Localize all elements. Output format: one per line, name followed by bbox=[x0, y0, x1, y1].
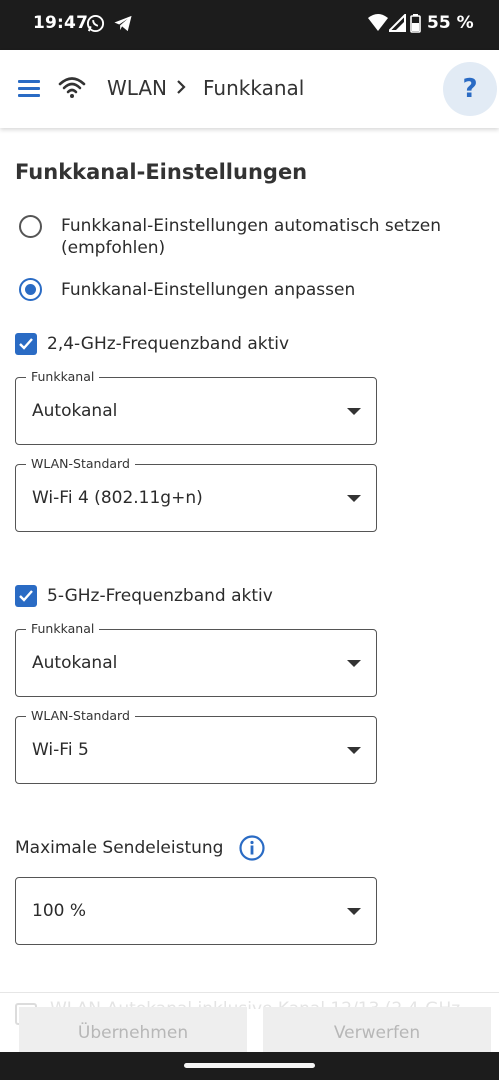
cellular-signal-icon bbox=[386, 12, 406, 36]
select-legend: WLAN-Standard bbox=[26, 456, 135, 472]
select-value: 100 % bbox=[32, 901, 87, 921]
select-value: Autokanal bbox=[32, 401, 118, 421]
select-legend: Funkkanal bbox=[26, 369, 100, 385]
band-24-standard-select[interactable]: WLAN-Standard Wi-Fi 4 (802.11g+n) bbox=[15, 456, 377, 532]
select-legend: Funkkanal bbox=[26, 621, 100, 637]
band-24-channel-select[interactable]: Funkkanal Autokanal bbox=[15, 369, 377, 445]
dropdown-arrow-icon bbox=[347, 660, 361, 667]
select-legend: WLAN-Standard bbox=[26, 708, 135, 724]
band-5-standard-select[interactable]: WLAN-Standard Wi-Fi 5 bbox=[15, 708, 377, 784]
band-24-checkbox[interactable] bbox=[15, 333, 37, 355]
select-value: Wi-Fi 5 bbox=[32, 740, 89, 760]
whatsapp-icon bbox=[86, 14, 105, 37]
breadcrumb-current: Funkkanal bbox=[203, 76, 305, 100]
select-value: Wi-Fi 4 (802.11g+n) bbox=[32, 488, 203, 508]
home-gesture-handle[interactable] bbox=[184, 1063, 315, 1068]
info-icon[interactable] bbox=[239, 835, 265, 865]
app-header: WLAN Funkkanal ? bbox=[0, 50, 499, 128]
status-time: 19:47 bbox=[33, 13, 89, 33]
band-24-label[interactable]: 2,4-GHz-Frequenzband aktiv bbox=[47, 334, 289, 354]
page-title: Funkkanal-Einstellungen bbox=[15, 160, 308, 184]
radio-auto-settings[interactable] bbox=[19, 215, 42, 238]
chevron-right-icon bbox=[174, 79, 188, 99]
dropdown-arrow-icon bbox=[347, 747, 361, 754]
band-5-channel-select[interactable]: Funkkanal Autokanal bbox=[15, 621, 377, 697]
select-value: Autokanal bbox=[32, 653, 118, 673]
status-bar: 19:47 55 % bbox=[0, 0, 499, 50]
wifi-signal-icon bbox=[368, 14, 388, 36]
help-button[interactable]: ? bbox=[443, 62, 497, 116]
dropdown-arrow-icon bbox=[347, 408, 361, 415]
dropdown-arrow-icon bbox=[347, 495, 361, 502]
telegram-icon bbox=[113, 14, 133, 37]
dropdown-arrow-icon bbox=[347, 908, 361, 915]
system-nav-bar bbox=[0, 1052, 499, 1080]
discard-button[interactable]: Verwerfen bbox=[263, 1007, 491, 1053]
battery-icon bbox=[410, 14, 421, 37]
hamburger-menu-icon[interactable] bbox=[14, 74, 46, 104]
radio-custom-settings[interactable] bbox=[19, 278, 42, 301]
radio-auto-settings-label[interactable]: Funkkanal-Einstellungen automatisch setz… bbox=[61, 215, 481, 259]
band-5-label[interactable]: 5-GHz-Frequenzband aktiv bbox=[47, 586, 273, 606]
max-power-label: Maximale Sendeleistung bbox=[15, 838, 224, 858]
checkmark-icon bbox=[19, 338, 33, 350]
breadcrumb-wlan[interactable]: WLAN bbox=[107, 76, 167, 100]
band-5-checkbox[interactable] bbox=[15, 585, 37, 607]
radio-custom-settings-label[interactable]: Funkkanal-Einstellungen anpassen bbox=[61, 279, 481, 301]
wifi-icon bbox=[58, 75, 86, 103]
apply-button[interactable]: Übernehmen bbox=[19, 1007, 247, 1053]
battery-percent: 55 % bbox=[427, 13, 474, 33]
checkmark-icon bbox=[19, 590, 33, 602]
max-power-select[interactable]: 100 % bbox=[15, 877, 377, 945]
